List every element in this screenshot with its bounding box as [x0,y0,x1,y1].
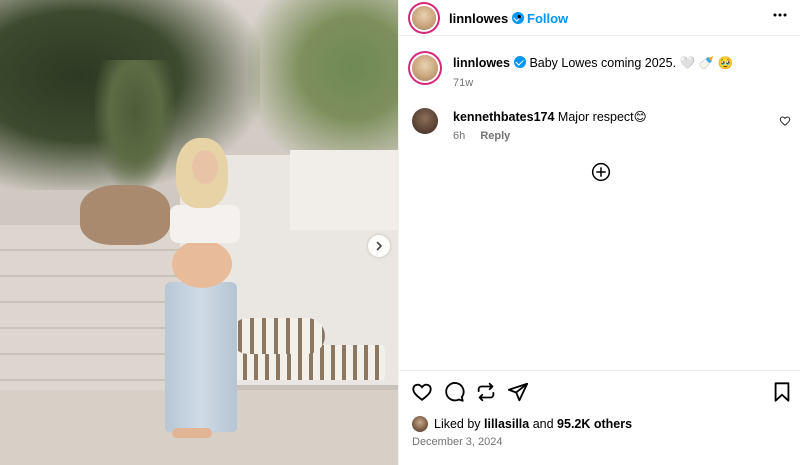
comment-item: kennethbates174 Major respect😊 6h Reply [399,105,800,145]
heart-icon[interactable] [411,381,433,403]
author-username[interactable]: linnlowes [449,11,525,26]
post-date[interactable]: December 3, 2024 [412,436,503,448]
likes-user[interactable]: lillasilla [484,417,529,431]
comment-username[interactable]: kennethbates174 [453,110,554,124]
caption-text-line: linnlowes Baby Lowes coming 2025. 🤍 🍼 🥹 [453,56,733,71]
reply-button[interactable]: Reply [480,130,510,142]
comment-meta: 6h Reply [453,130,510,142]
photo-foliage [248,0,398,170]
likes-summary: Liked by lillasilla and 95.2K others [412,416,632,432]
comment-like-icon[interactable] [779,115,791,127]
action-bar [399,381,800,405]
photo-person-top [170,205,240,243]
photo-person-belly [172,240,232,288]
caption-author-avatar[interactable] [412,55,438,81]
likes-prefix: Liked by [434,417,481,431]
post-photo [0,0,398,465]
chevron-right-icon [376,241,382,251]
photo-person-jeans [165,282,237,432]
load-more-comments-icon[interactable] [591,162,611,182]
photo-person-face [192,150,218,184]
photo-wall-upper [290,150,398,230]
post-caption: linnlowes Baby Lowes coming 2025. 🤍 🍼 🥹 … [399,50,800,90]
photo-pot [80,185,170,245]
liker-avatar[interactable] [412,416,428,432]
follow-button[interactable]: Follow [527,11,568,26]
repost-icon[interactable] [475,381,497,403]
photo-cushion [230,318,325,354]
comment-timestamp[interactable]: 6h [453,130,465,142]
comment-text-line: kennethbates174 Major respect😊 [453,109,647,124]
author-username-text[interactable]: linnlowes [449,11,508,26]
caption-timestamp[interactable]: 71w [453,77,473,89]
commenter-avatar[interactable] [412,108,438,134]
separator-dot: • [517,9,522,24]
post-header: linnlowes • Follow [399,0,800,36]
caption-verified-badge-icon [513,56,526,68]
more-options-icon[interactable] [772,7,788,28]
post-actions: Liked by lillasilla and 95.2K others Dec… [399,370,800,465]
caption-text: Baby Lowes coming 2025. 🤍 🍼 🥹 [529,56,734,70]
likes-connector: and [532,417,554,431]
bookmark-icon[interactable] [771,381,793,403]
send-icon[interactable] [507,381,529,403]
comment-icon[interactable] [443,381,465,403]
comment-text: Major respect😊 [557,110,647,124]
post-details-panel: linnlowes • Follow linnlowes Baby Lowes … [398,0,800,465]
author-avatar[interactable] [412,6,436,30]
caption-username[interactable]: linnlowes [453,56,510,70]
photo-plant [95,60,175,190]
more-icon [773,13,787,17]
photo-person-feet [172,428,212,438]
next-photo-button[interactable] [368,235,390,257]
likes-count[interactable]: 95.2K others [557,417,632,431]
